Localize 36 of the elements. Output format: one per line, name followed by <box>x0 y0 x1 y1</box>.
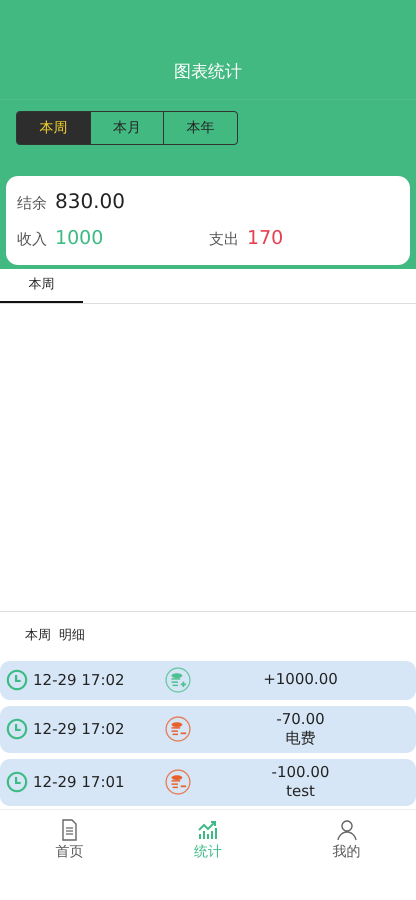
entry-row[interactable]: 12-29 17:01 -100.00 test <box>0 758 416 806</box>
entry-time: 12-29 17:02 <box>33 670 126 691</box>
person-icon <box>334 818 359 842</box>
entry-row[interactable]: 12-29 17:02 -70.00 电费 <box>0 706 416 752</box>
entry-row[interactable]: 12-29 17:02 +1000.00 <box>0 660 416 700</box>
expense-label: 支出 <box>209 229 239 250</box>
clock-icon <box>6 718 28 740</box>
period-tab[interactable]: 本周 <box>17 112 90 144</box>
coin-minus-icon <box>165 716 191 742</box>
nav-tab[interactable]: 我的 <box>277 810 416 872</box>
entry-time: 12-29 17:01 <box>33 772 126 793</box>
entry-amount: +1000.00 <box>262 670 339 690</box>
balance-value: 830.00 <box>55 188 125 215</box>
nav-label: 统计 <box>194 842 222 862</box>
income-label: 收入 <box>17 229 47 250</box>
detail-title: 明细 <box>59 627 85 646</box>
expense-value: 170 <box>247 226 284 251</box>
period-tab[interactable]: 本年 <box>163 112 237 144</box>
page-title: 图表统计 <box>0 0 416 100</box>
coin-plus-icon <box>165 667 191 693</box>
nav-label: 首页 <box>55 842 84 862</box>
clock-icon <box>6 669 28 691</box>
chart-tab[interactable]: 本周 <box>0 268 83 302</box>
income-value: 1000 <box>55 226 104 251</box>
clock-icon <box>6 771 28 793</box>
nav-tab[interactable]: 首页 <box>0 810 139 872</box>
entry-note: 电费 <box>284 729 316 748</box>
entry-note: test <box>285 782 316 802</box>
period-tab[interactable]: 本月 <box>90 112 164 144</box>
coin-minus-icon <box>165 769 191 795</box>
entry-time: 12-29 17:02 <box>33 718 126 740</box>
nav-label: 我的 <box>332 842 361 862</box>
entry-amount: -100.00 <box>270 762 330 782</box>
balance-label: 结余 <box>17 193 47 214</box>
detail-period: 本周 <box>25 627 51 646</box>
entry-amount: -70.00 <box>275 710 326 729</box>
